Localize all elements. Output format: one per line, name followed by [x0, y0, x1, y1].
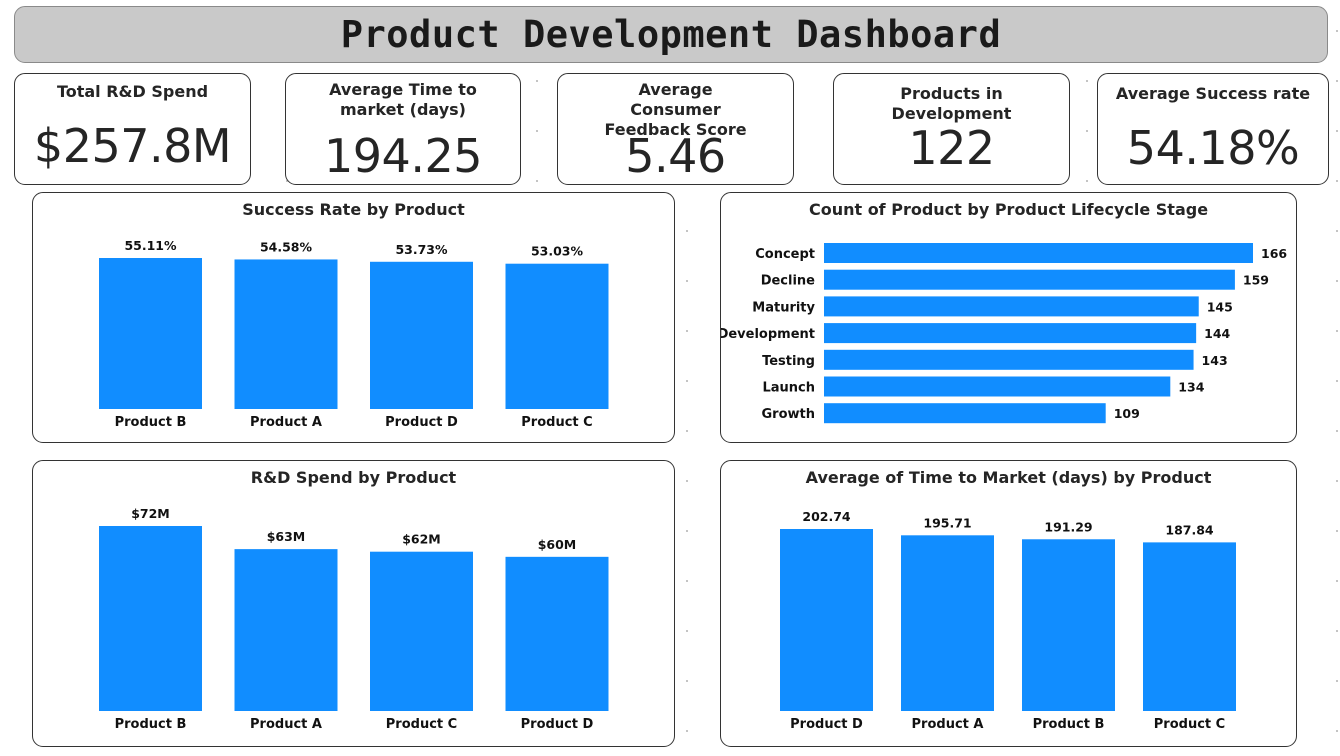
data-label: $60M: [538, 537, 577, 552]
data-label: $62M: [402, 532, 441, 547]
bar-product-b[interactable]: [99, 526, 202, 711]
kpi-value: 5.46: [625, 129, 726, 183]
data-label: 191.29: [1044, 519, 1092, 534]
data-label: 202.74: [802, 509, 851, 524]
lifecycle-bar-chart: Concept 166 Decline 159 Maturity 145 Developme…: [721, 243, 1287, 424]
bar-product-c[interactable]: [1143, 542, 1236, 711]
kpi-card-avg-time-to-market[interactable]: Average Time to market (days) 194.25: [285, 73, 521, 185]
bar-decline[interactable]: [824, 269, 1235, 290]
bar-product-d[interactable]: [370, 261, 473, 409]
data-label: 134: [1178, 380, 1204, 395]
data-label: 53.73%: [395, 242, 448, 257]
data-label: 143: [1202, 353, 1228, 368]
category-label: Product B: [115, 415, 187, 430]
bar-product-a[interactable]: [234, 549, 338, 711]
category-label: Maturity: [752, 300, 815, 315]
time-to-market-chart-panel[interactable]: Average of Time to Market (days) by Prod…: [720, 460, 1297, 747]
data-label: $63M: [267, 529, 306, 544]
category-label: Product C: [521, 415, 592, 430]
category-label: Development: [721, 327, 815, 342]
kpi-value: 122: [908, 121, 995, 175]
kpi-label: Products in Development: [891, 84, 1012, 123]
data-label: 55.11%: [124, 238, 177, 253]
bar-product-b[interactable]: [99, 258, 202, 409]
data-label: $72M: [131, 506, 170, 521]
kpi-label: Total R&D Spend: [56, 82, 209, 101]
category-label: Product B: [115, 717, 187, 732]
data-label: 187.84: [1165, 522, 1214, 537]
bar-testing[interactable]: [824, 349, 1194, 370]
category-label: Product A: [250, 717, 322, 732]
bar-product-d[interactable]: [780, 529, 873, 711]
data-label: 53.03%: [531, 244, 584, 259]
data-label: 195.71: [923, 515, 971, 530]
kpi-value: 54.18%: [1126, 121, 1300, 175]
category-label: Product C: [386, 717, 457, 732]
kpi-card-total-rd-spend[interactable]: Total R&D Spend $257.8M: [14, 73, 251, 185]
category-label: Product A: [912, 717, 984, 732]
kpi-card-products-in-development[interactable]: Products in Development 122: [833, 73, 1070, 185]
category-label: Product D: [521, 717, 594, 732]
category-label: Product D: [790, 717, 863, 732]
success-rate-bar-chart: 55.11% Product B 54.58% Product A 53.73% Prod…: [99, 238, 609, 430]
category-label: Product D: [385, 415, 458, 430]
kpi-card-avg-success-rate[interactable]: Average Success rate 54.18%: [1097, 73, 1329, 185]
bar-concept[interactable]: [824, 243, 1253, 263]
kpi-value: $257.8M: [33, 119, 232, 173]
bar-maturity[interactable]: [824, 296, 1199, 317]
success-rate-chart-panel[interactable]: Success Rate by Product 55.11% Product B5…: [32, 192, 675, 443]
data-label: 109: [1114, 406, 1140, 421]
bar-product-d[interactable]: [505, 556, 609, 711]
category-label: Decline: [761, 274, 815, 289]
rd-spend-chart-panel[interactable]: R&D Spend by Product $72M Product B $63M Pr…: [32, 460, 675, 747]
kpi-label: Average Time to market (days): [329, 80, 477, 119]
data-label: 166: [1261, 246, 1287, 261]
bar-product-c[interactable]: [505, 263, 609, 409]
bar-product-b[interactable]: [1022, 539, 1115, 711]
bar-product-a[interactable]: [234, 259, 338, 409]
category-label: Product A: [250, 415, 322, 430]
kpi-card-avg-feedback-score[interactable]: Average Consumer Feedback Score 5.46: [557, 73, 794, 185]
bar-launch[interactable]: [824, 376, 1171, 397]
time-to-market-bar-chart: 202.74 Product D 195.71 Product A 191.29 Prod…: [780, 509, 1236, 732]
dashboard-title-banner: Product Development Dashboard: [14, 6, 1328, 63]
bar-growth[interactable]: [824, 403, 1106, 424]
category-label: Product B: [1033, 717, 1105, 732]
category-label: Launch: [762, 381, 815, 396]
bar-product-a[interactable]: [901, 535, 994, 711]
lifecycle-chart-panel[interactable]: Count of Product by Product Lifecycle St…: [720, 192, 1297, 443]
category-label: Growth: [762, 407, 816, 422]
data-label: 145: [1207, 299, 1233, 314]
category-label: Product C: [1154, 717, 1225, 732]
data-label: 54.58%: [260, 239, 313, 254]
page-title: Product Development Dashboard: [340, 13, 1002, 56]
category-label: Concept: [755, 247, 815, 262]
data-label: 144: [1204, 326, 1230, 341]
bar-product-c[interactable]: [370, 551, 473, 711]
category-label: Testing: [762, 354, 815, 369]
data-label: 159: [1243, 273, 1269, 288]
bar-development[interactable]: [824, 323, 1197, 344]
rd-spend-bar-chart: $72M Product B $63M Product A $62M Product C $…: [99, 506, 609, 732]
kpi-value: 194.25: [324, 129, 482, 183]
kpi-label: Average Success rate: [1115, 84, 1311, 103]
